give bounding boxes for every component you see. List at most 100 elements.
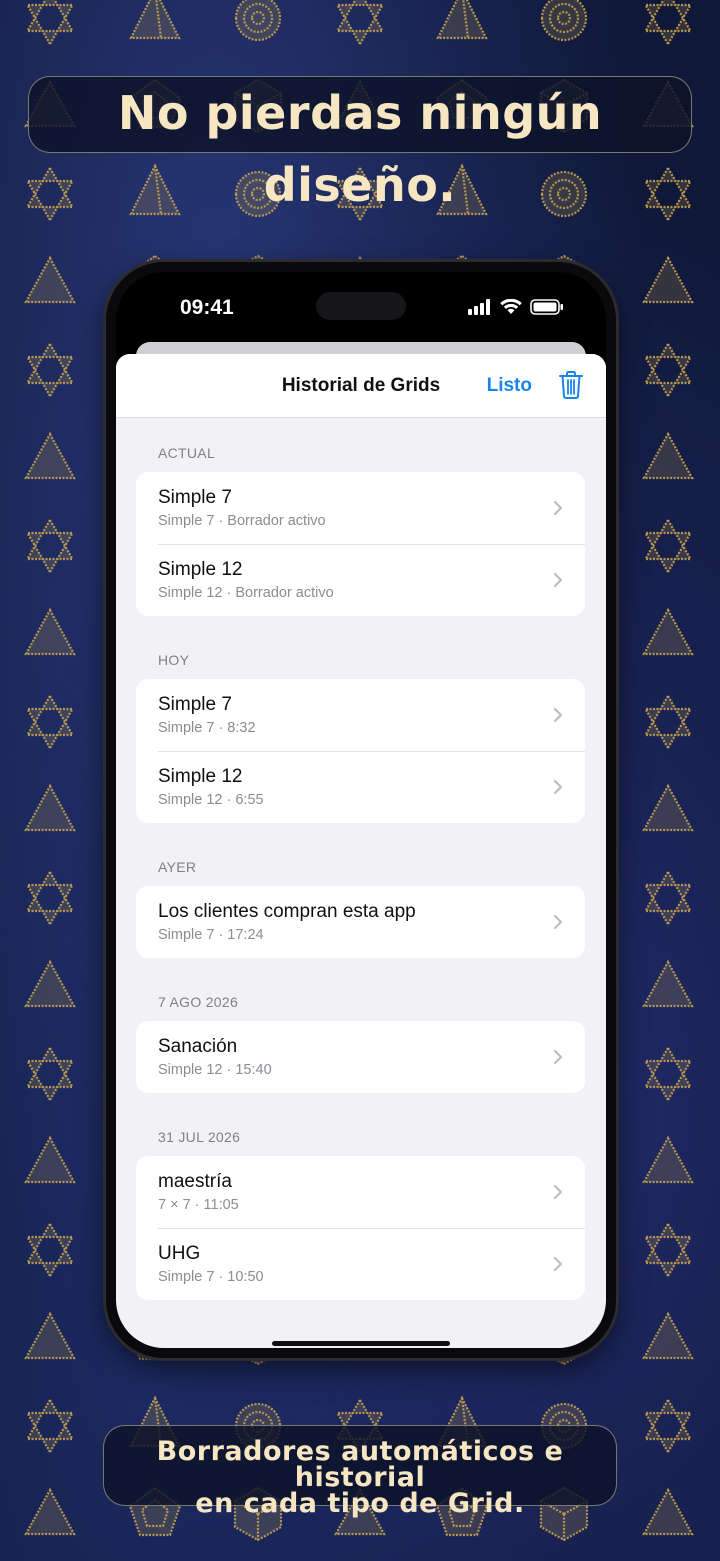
item-title: Simple 7: [158, 694, 232, 715]
phone-screen: 09:41 Historial de Grids Listo ACTUAL Si…: [116, 272, 606, 1348]
battery-icon: [530, 299, 564, 320]
geometry-ornament: [642, 783, 694, 832]
item-subtitle: Simple 7 · 8:32: [158, 720, 256, 736]
phone-mockup: 09:41 Historial de Grids Listo ACTUAL Si…: [106, 262, 616, 1358]
geometry-ornament: [24, 1311, 76, 1360]
geometry-ornament: [25, 1221, 75, 1279]
geometry-ornament: [642, 431, 694, 480]
geometry-ornament: [24, 1135, 76, 1184]
chevron-right-icon: [554, 1185, 562, 1199]
geometry-ornament: [642, 1487, 694, 1536]
item-title: UHG: [158, 1243, 201, 1264]
geometry-ornament: [24, 431, 76, 480]
list-item[interactable]: Simple 7 Simple 7 · 8:32: [136, 679, 585, 751]
geometry-ornament: [24, 255, 76, 304]
geometry-ornament: [24, 607, 76, 656]
geometry-ornament: [643, 165, 693, 223]
status-icons: [468, 298, 564, 320]
list-item[interactable]: maestría 7 × 7 · 11:05: [136, 1156, 585, 1228]
section-header-7-ago-2026: 7 AGO 2026: [158, 994, 239, 1010]
status-time: 09:41: [180, 296, 234, 319]
geometry-ornament: [25, 693, 75, 751]
geometry-ornament: [540, 170, 588, 218]
section-actual: Simple 7 Simple 7 · Borrador activo Simp…: [136, 472, 585, 616]
item-title: Simple 7: [158, 487, 232, 508]
geometry-ornament: [24, 1487, 76, 1536]
geometry-ornament: [25, 165, 75, 223]
geometry-ornament: [642, 959, 694, 1008]
geometry-ornament: [643, 1221, 693, 1279]
geometry-ornament: [643, 1397, 693, 1455]
promo-caption: Borradores automáticos e historial en ca…: [103, 1425, 617, 1517]
chevron-right-icon: [554, 1050, 562, 1064]
geometry-ornament: [25, 341, 75, 399]
history-sheet: Historial de Grids Listo ACTUAL Simple 7…: [116, 354, 606, 1348]
chevron-right-icon: [554, 1257, 562, 1271]
item-title: Los clientes compran esta app: [158, 901, 416, 922]
list-item[interactable]: Los clientes compran esta app Simple 7 ·…: [136, 886, 585, 958]
item-title: Simple 12: [158, 766, 243, 787]
done-button[interactable]: Listo: [487, 375, 532, 397]
geometry-ornament: [129, 0, 181, 40]
geometry-ornament: [642, 255, 694, 304]
list-item[interactable]: Sanación Simple 12 · 15:40: [136, 1021, 585, 1093]
wifi-icon: [500, 298, 522, 320]
geometry-ornament: [25, 0, 75, 47]
dynamic-island: [316, 292, 406, 320]
trash-icon[interactable]: [558, 370, 584, 405]
geometry-ornament: [25, 1397, 75, 1455]
geometry-ornament: [643, 1045, 693, 1103]
geometry-ornament: [643, 869, 693, 927]
geometry-ornament: [643, 693, 693, 751]
item-subtitle: Simple 12 · Borrador activo: [158, 585, 334, 601]
promo-caption-line2: en cada tipo de Grid.: [195, 1488, 525, 1519]
item-subtitle: Simple 12 · 6:55: [158, 792, 264, 808]
item-subtitle: Simple 7 · 17:24: [158, 927, 264, 943]
item-title: maestría: [158, 1171, 232, 1192]
section-header-31-jul-2026: 31 JUL 2026: [158, 1129, 241, 1145]
geometry-ornament: [642, 1135, 694, 1184]
geometry-ornament: [643, 517, 693, 575]
section-header-actual: ACTUAL: [158, 445, 216, 461]
geometry-ornament: [540, 0, 588, 42]
section-hoy: Simple 7 Simple 7 · 8:32 Simple 12 Simpl…: [136, 679, 585, 823]
item-subtitle: 7 × 7 · 11:05: [158, 1197, 239, 1213]
promo-caption-line1: Borradores automáticos e historial: [156, 1436, 564, 1493]
list-item[interactable]: Simple 7 Simple 7 · Borrador activo: [136, 472, 585, 544]
geometry-ornament: [24, 783, 76, 832]
item-title: Simple 12: [158, 559, 243, 580]
geometry-ornament: [436, 0, 488, 40]
geometry-ornament: [643, 0, 693, 47]
geometry-ornament: [642, 607, 694, 656]
geometry-ornament: [643, 341, 693, 399]
promo-headline: No pierdas ningún diseño.: [28, 76, 692, 212]
nav-title: Historial de Grids: [281, 375, 441, 396]
geometry-ornament: [234, 0, 282, 42]
item-subtitle: Simple 7 · 10:50: [158, 1269, 264, 1285]
geometry-ornament: [25, 869, 75, 927]
list-item[interactable]: UHG Simple 7 · 10:50: [136, 1228, 585, 1300]
item-subtitle: Simple 7 · Borrador activo: [158, 513, 326, 529]
chevron-right-icon: [554, 708, 562, 722]
section-7-ago-2026: Sanación Simple 12 · 15:40: [136, 1021, 585, 1093]
geometry-ornament: [129, 163, 181, 216]
cellular-signal-icon: [468, 299, 492, 320]
chevron-right-icon: [554, 573, 562, 587]
geometry-ornament: [25, 1045, 75, 1103]
chevron-right-icon: [554, 915, 562, 929]
geometry-ornament: [335, 0, 385, 47]
home-indicator: [272, 1341, 450, 1346]
section-31-jul-2026: maestría 7 × 7 · 11:05 UHG Simple 7 · 10…: [136, 1156, 585, 1300]
section-header-hoy: HOY: [158, 652, 190, 668]
chevron-right-icon: [554, 501, 562, 515]
geometry-ornament: [25, 517, 75, 575]
geometry-ornament: [642, 1311, 694, 1360]
list-item[interactable]: Simple 12 Simple 12 · Borrador activo: [136, 544, 585, 616]
geometry-ornament: [24, 959, 76, 1008]
navigation-bar: Historial de Grids Listo: [116, 354, 606, 418]
list-item[interactable]: Simple 12 Simple 12 · 6:55: [136, 751, 585, 823]
chevron-right-icon: [554, 780, 562, 794]
item-subtitle: Simple 12 · 15:40: [158, 1062, 272, 1078]
item-title: Sanación: [158, 1036, 238, 1057]
section-ayer: Los clientes compran esta app Simple 7 ·…: [136, 886, 585, 958]
